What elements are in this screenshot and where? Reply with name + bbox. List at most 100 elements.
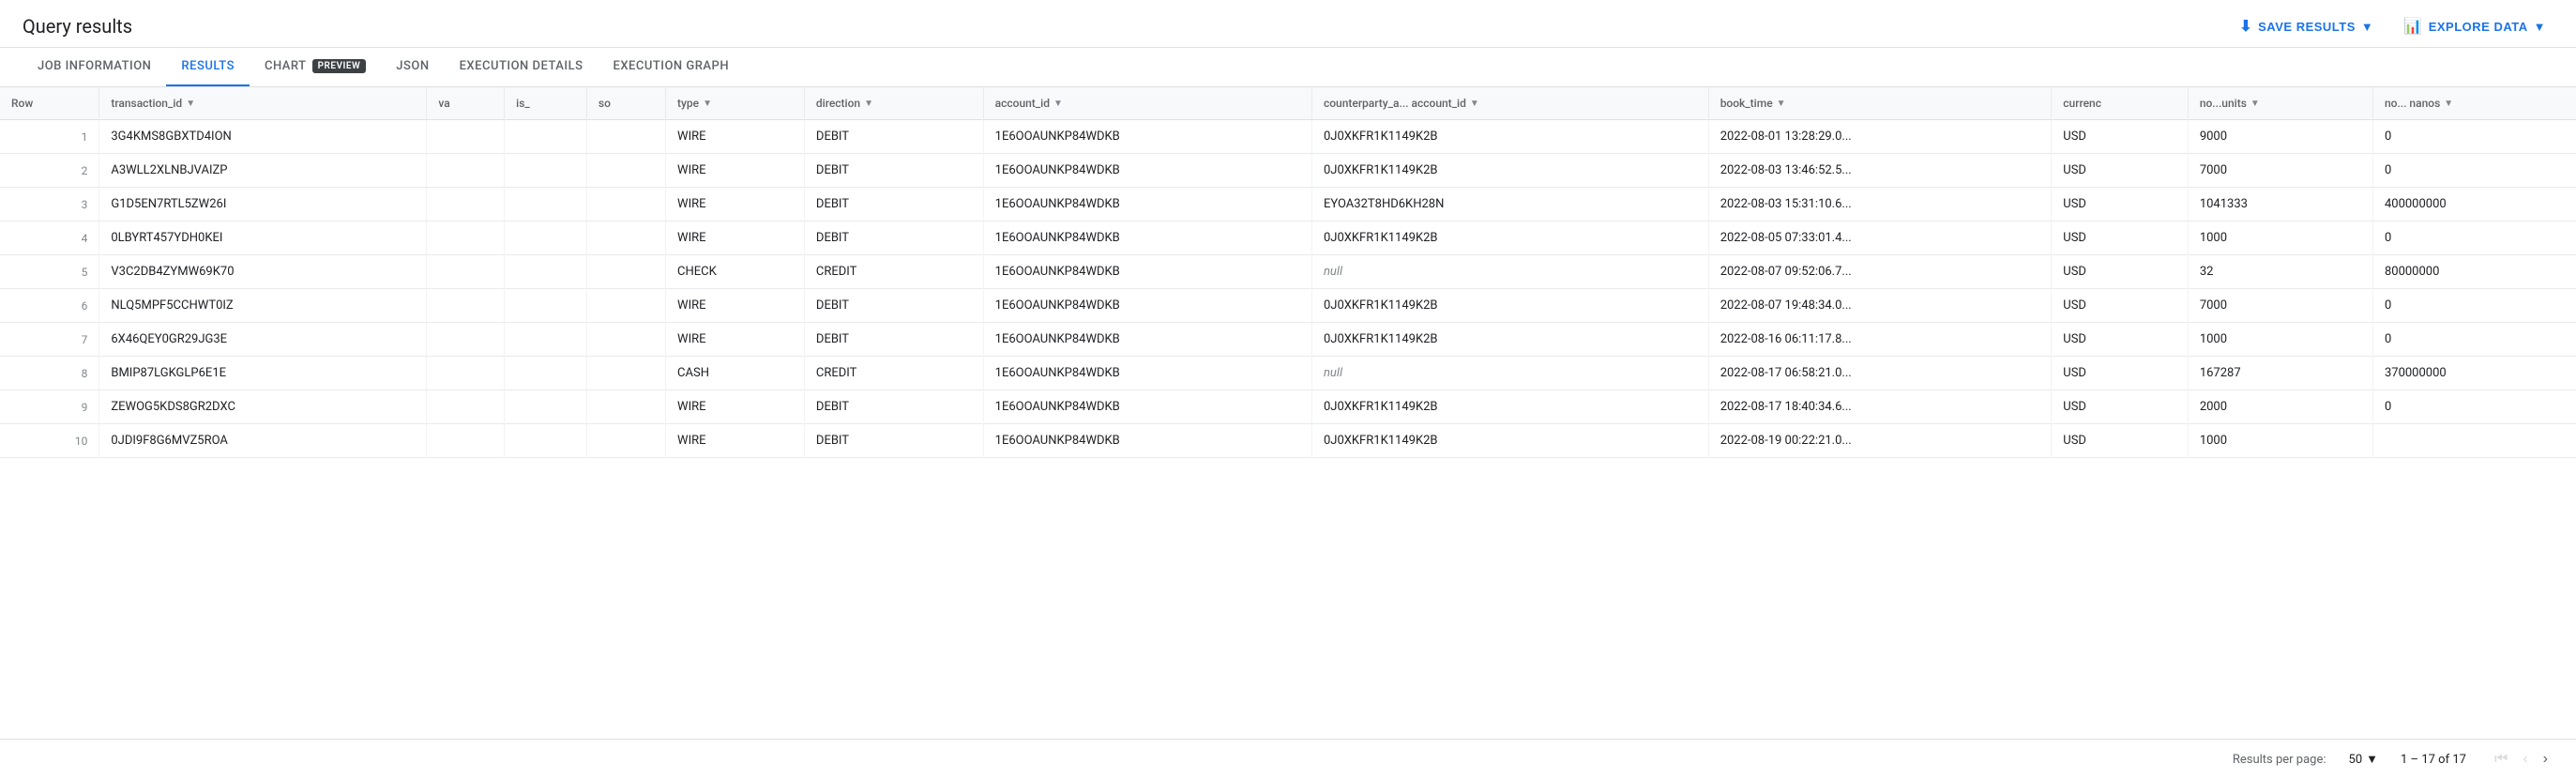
table-cell: 2	[0, 154, 99, 188]
table-cell: CASH	[666, 357, 805, 390]
col-header-no-nanos[interactable]: no... nanos▼	[2372, 87, 2576, 120]
table-cell	[505, 424, 587, 458]
table-cell	[427, 357, 505, 390]
table-cell	[586, 255, 665, 289]
table-cell: BMIP87LGKGLP6E1E	[99, 357, 427, 390]
table-cell	[505, 255, 587, 289]
page-header: Query results ⬇ SAVE RESULTS ▼ 📊 EXPLORE…	[0, 0, 2576, 48]
table-cell: 3	[0, 188, 99, 221]
table-cell: 0J0XKFR1K1149K2B	[1311, 390, 1708, 424]
tab-execution-details[interactable]: EXECUTION DETAILS	[445, 48, 599, 86]
sort-icon: ▼	[703, 99, 712, 109]
col-header-book-time[interactable]: book_time▼	[1708, 87, 2052, 120]
table-cell	[505, 357, 587, 390]
col-header-account-id[interactable]: account_id▼	[983, 87, 1311, 120]
table-cell: 400000000	[2372, 188, 2576, 221]
table-cell: 1E6OOAUNKP84WDKB	[983, 154, 1311, 188]
header-actions: ⬇ SAVE RESULTS ▼ 📊 EXPLORE DATA ▼	[2232, 13, 2553, 39]
table-cell: 0J0XKFR1K1149K2B	[1311, 221, 1708, 255]
table-cell: WIRE	[666, 424, 805, 458]
table-cell: 0	[2372, 120, 2576, 154]
table-row: 76X46QEY0GR29JG3EWIREDEBIT1E6OOAUNKP84WD…	[0, 323, 2576, 357]
table-cell: DEBIT	[804, 120, 983, 154]
per-page-select[interactable]: 50 ▼	[2349, 752, 2379, 767]
tab-chart[interactable]: CHART PREVIEW	[250, 48, 381, 86]
table-cell: 1E6OOAUNKP84WDKB	[983, 188, 1311, 221]
table-cell	[2372, 424, 2576, 458]
table-cell	[427, 424, 505, 458]
results-range: 1 – 17 of 17	[2401, 753, 2466, 767]
explore-dropdown-icon: ▼	[2534, 20, 2546, 34]
col-header-type[interactable]: type▼	[666, 87, 805, 120]
table-cell	[427, 120, 505, 154]
col-header-va: va	[427, 87, 505, 120]
table-cell: 0	[2372, 390, 2576, 424]
table-cell: 2022-08-03 13:46:52.5...	[1708, 154, 2052, 188]
table-cell	[586, 154, 665, 188]
table-cell: DEBIT	[804, 323, 983, 357]
table-cell: 3G4KMS8GBXTD4ION	[99, 120, 427, 154]
table-cell	[586, 424, 665, 458]
table-cell: 9	[0, 390, 99, 424]
table-cell: 0	[2372, 289, 2576, 323]
table-cell: 1041333	[2188, 188, 2372, 221]
explore-data-button[interactable]: 📊 EXPLORE DATA ▼	[2396, 13, 2553, 39]
table-cell: 32	[2188, 255, 2372, 289]
table-cell: NLQ5MPF5CCHWT0IZ	[99, 289, 427, 323]
table-cell: 0J0XKFR1K1149K2B	[1311, 323, 1708, 357]
tabs-bar: JOB INFORMATION RESULTS CHART PREVIEW JS…	[0, 48, 2576, 87]
table-cell: 7	[0, 323, 99, 357]
table-cell: USD	[2052, 323, 2189, 357]
table-cell	[505, 289, 587, 323]
results-table: Row transaction_id▼ va is_ so type▼	[0, 87, 2576, 458]
table-row: 13G4KMS8GBXTD4IONWIREDEBIT1E6OOAUNKP84WD…	[0, 120, 2576, 154]
tab-results[interactable]: RESULTS	[166, 48, 250, 86]
table-cell: DEBIT	[804, 289, 983, 323]
table-cell: 0J0XKFR1K1149K2B	[1311, 289, 1708, 323]
table-cell: 7000	[2188, 154, 2372, 188]
table-cell: 2022-08-17 06:58:21.0...	[1708, 357, 2052, 390]
sort-icon: ▼	[2250, 99, 2260, 109]
col-header-so: so	[586, 87, 665, 120]
table-cell	[586, 221, 665, 255]
table-cell: CREDIT	[804, 357, 983, 390]
col-header-direction[interactable]: direction▼	[804, 87, 983, 120]
table-cell	[586, 357, 665, 390]
tab-job-information[interactable]: JOB INFORMATION	[23, 48, 166, 86]
sort-icon: ▼	[1777, 99, 1786, 109]
table-cell: 1E6OOAUNKP84WDKB	[983, 390, 1311, 424]
table-row: 6NLQ5MPF5CCHWT0IZWIREDEBIT1E6OOAUNKP84WD…	[0, 289, 2576, 323]
col-header-counterparty[interactable]: counterparty_a... account_id▼	[1311, 87, 1708, 120]
table-cell: 2022-08-05 07:33:01.4...	[1708, 221, 2052, 255]
table-cell: 6X46QEY0GR29JG3E	[99, 323, 427, 357]
sort-icon: ▼	[864, 99, 873, 109]
null-value: null	[1324, 366, 1342, 380]
table-cell: ZEWOG5KDS8GR2DXC	[99, 390, 427, 424]
table-cell: 0JDI9F8G6MVZ5ROA	[99, 424, 427, 458]
prev-page-button[interactable]: ‹	[2517, 747, 2533, 771]
first-page-button[interactable]: ⏮	[2489, 747, 2513, 771]
table-cell: DEBIT	[804, 154, 983, 188]
table-row: 2A3WLL2XLNBJVAIZPWIREDEBIT1E6OOAUNKP84WD…	[0, 154, 2576, 188]
table-cell: 10	[0, 424, 99, 458]
table-row: 5V3C2DB4ZYMW69K70CHECKCREDIT1E6OOAUNKP84…	[0, 255, 2576, 289]
table-cell: WIRE	[666, 154, 805, 188]
table-cell: WIRE	[666, 390, 805, 424]
table-cell: DEBIT	[804, 188, 983, 221]
table-cell	[586, 120, 665, 154]
col-header-transaction-id[interactable]: transaction_id▼	[99, 87, 427, 120]
table-cell: 1E6OOAUNKP84WDKB	[983, 221, 1311, 255]
table-cell: WIRE	[666, 323, 805, 357]
table-cell: 0	[2372, 221, 2576, 255]
next-page-button[interactable]: ›	[2538, 747, 2553, 771]
save-results-button[interactable]: ⬇ SAVE RESULTS ▼	[2232, 13, 2381, 39]
tab-execution-graph[interactable]: EXECUTION GRAPH	[598, 48, 744, 86]
col-header-no-units[interactable]: no...units▼	[2188, 87, 2372, 120]
null-value: null	[1324, 265, 1342, 279]
sort-icon: ▼	[2444, 99, 2453, 109]
table-cell: 1E6OOAUNKP84WDKB	[983, 357, 1311, 390]
col-header-row: Row	[0, 87, 99, 120]
table-cell: V3C2DB4ZYMW69K70	[99, 255, 427, 289]
tab-json[interactable]: JSON	[381, 48, 444, 86]
table-cell: WIRE	[666, 188, 805, 221]
